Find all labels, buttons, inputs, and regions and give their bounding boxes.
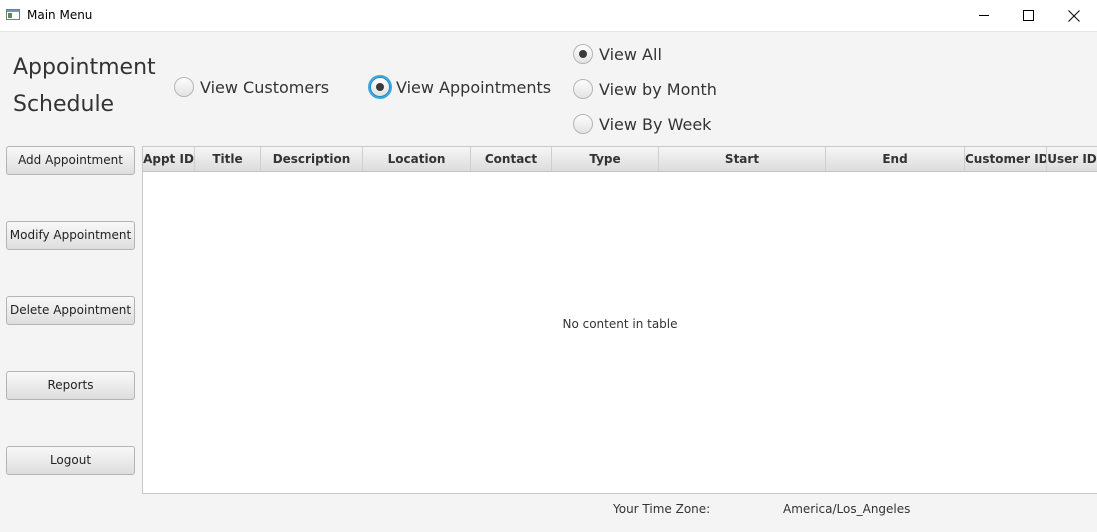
page-title-line-2: Schedule [13,92,115,117]
reports-button[interactable]: Reports [6,371,135,400]
column-header-type[interactable]: Type [552,147,659,171]
table-header: Appt ID Title Description Location Conta… [143,147,1097,172]
column-header-start[interactable]: Start [659,147,826,171]
view-appointments-radio[interactable]: View Appointments [370,75,551,99]
page-title-line-1: Appointment [13,55,156,80]
minimize-icon [979,15,989,16]
column-header-customer-id[interactable]: Customer ID [965,147,1047,171]
timezone-value: America/Los_Angeles [783,502,911,516]
add-appointment-button[interactable]: Add Appointment [6,146,135,175]
minimize-button[interactable] [961,0,1007,31]
view-all-radio[interactable]: View All [573,42,662,66]
view-all-label: View All [599,44,662,64]
view-customers-radio[interactable]: View Customers [174,75,329,99]
view-by-week-radio[interactable]: View By Week [573,112,711,136]
app-window-icon [6,9,20,20]
modify-appointment-button[interactable]: Modify Appointment [6,221,135,250]
logout-button[interactable]: Logout [6,446,135,475]
column-header-appt-id[interactable]: Appt ID [143,147,195,171]
view-appointments-label: View Appointments [396,77,552,97]
title-bar: Main Menu [0,0,1097,32]
window-title: Main Menu [27,8,93,22]
view-by-month-radio[interactable]: View by Month [573,77,717,101]
column-header-title[interactable]: Title [195,147,261,171]
empty-table-message: No content in table [562,317,678,331]
column-header-contact[interactable]: Contact [471,147,552,171]
view-customers-label: View Customers [200,77,330,97]
view-by-month-label: View by Month [599,79,717,99]
column-header-description[interactable]: Description [261,147,363,171]
column-header-end[interactable]: End [826,147,965,171]
column-header-user-id[interactable]: User ID [1047,147,1097,171]
timezone-label: Your Time Zone: [613,502,711,516]
radio-circle-icon [573,114,593,134]
appointments-table[interactable]: Appt ID Title Description Location Conta… [142,146,1097,494]
close-icon [1068,10,1080,22]
delete-appointment-button[interactable]: Delete Appointment [6,296,135,325]
radio-checked-icon [370,77,390,97]
view-by-week-label: View By Week [599,114,712,134]
radio-checked-icon [573,44,593,64]
close-button[interactable] [1051,0,1097,31]
maximize-button[interactable] [1006,0,1052,31]
column-header-location[interactable]: Location [363,147,471,171]
radio-circle-icon [174,77,194,97]
radio-circle-icon [573,79,593,99]
maximize-icon [1023,10,1034,21]
